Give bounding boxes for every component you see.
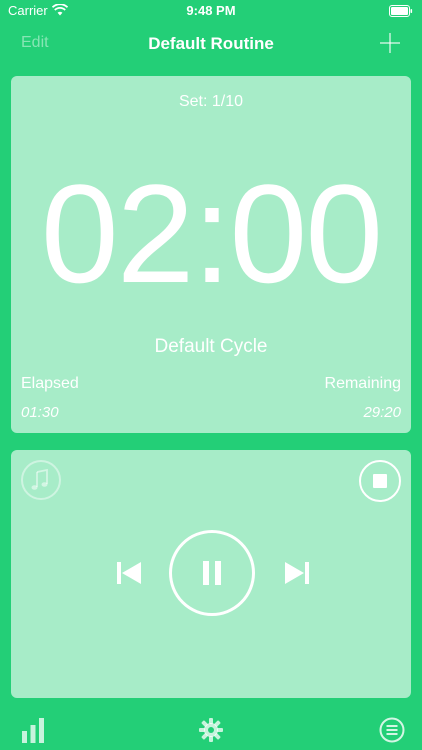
pause-button[interactable]	[169, 530, 255, 616]
music-note-icon	[31, 468, 48, 490]
status-bar: Carrier 9:48 PM	[0, 0, 422, 24]
skip-back-icon[interactable]	[114, 560, 144, 586]
set-counter: Set: 1/10	[178, 93, 244, 110]
cycle-name: Default Cycle	[154, 336, 268, 357]
stop-icon	[373, 474, 387, 488]
timer-display: 02:00	[40, 155, 383, 312]
skip-forward-icon[interactable]	[282, 560, 312, 586]
status-time: 9:48 PM	[186, 3, 236, 18]
battery-icon	[389, 5, 413, 17]
remaining-value: 29:20	[363, 404, 401, 421]
remaining-label: Remaining	[324, 375, 401, 392]
page-title: Default Routine	[148, 34, 274, 53]
plus-icon[interactable]	[379, 32, 401, 54]
timer-card: Set: 1/10 02:00 Default Cycle Elapsed Re…	[11, 76, 411, 433]
elapsed-label: Elapsed	[21, 375, 79, 392]
stop-button[interactable]	[359, 460, 401, 502]
list-icon[interactable]	[379, 717, 405, 743]
nav-bar: Edit Default Routine	[0, 24, 422, 64]
tab-bar	[0, 710, 422, 750]
music-button[interactable]	[21, 460, 61, 500]
bar-chart-icon[interactable]	[21, 717, 45, 743]
elapsed-value: 01:30	[21, 404, 59, 421]
gear-icon[interactable]	[198, 717, 224, 743]
player-card	[11, 450, 411, 698]
